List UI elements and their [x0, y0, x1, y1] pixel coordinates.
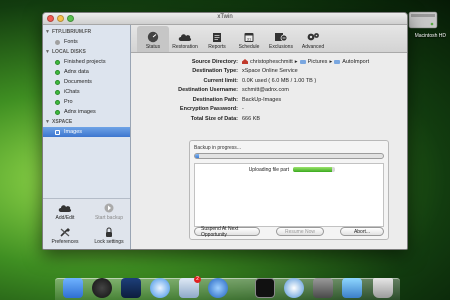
- destination-type-row: Destination Type: xSpace Online Service: [192, 68, 298, 75]
- status-dot-icon: [55, 109, 60, 115]
- calendar-icon: 31: [244, 33, 254, 42]
- title-bar[interactable]: xTwin: [43, 13, 407, 25]
- tab-restoration[interactable]: Restoration: [169, 26, 201, 52]
- sidebar-item-finished-projects[interactable]: Finished projects: [43, 57, 130, 67]
- sidebar-item-adnx-images[interactable]: Adnx images: [43, 107, 130, 117]
- advanced-gears-icon: [307, 33, 319, 41]
- destination-path-row: Destination Path: BackUp-Images: [192, 96, 282, 103]
- tools-icon: [60, 228, 70, 237]
- disclosure-triangle-icon[interactable]: ▼: [45, 49, 52, 55]
- cloud-add-icon: [58, 205, 72, 212]
- disclosure-triangle-icon[interactable]: ▼: [45, 29, 52, 35]
- start-backup-button[interactable]: Start backup: [87, 203, 131, 221]
- group-header-ftp[interactable]: ▼ FTP.LIBRIUM.FR: [43, 27, 130, 37]
- exclusions-icon: [275, 33, 288, 42]
- dock: 2: [55, 276, 400, 300]
- gauge-icon: [147, 31, 159, 43]
- group-header-local-disks[interactable]: ▼ LOCAL DISKS: [43, 47, 130, 57]
- mail-badge: 2: [194, 276, 201, 283]
- backup-info: Source Directory: christopheschmitt ▸ Pi…: [131, 53, 407, 124]
- overall-progress-fill: [195, 154, 199, 158]
- folder-icon: [334, 59, 341, 64]
- start-backup-arrow-icon: [104, 203, 114, 213]
- window-title: xTwin: [217, 14, 233, 20]
- source-directory-row: Source Directory: christopheschmitt ▸ Pi…: [191, 58, 370, 65]
- reports-icon: [213, 33, 221, 42]
- total-size-row: Total Size of Data: 666 KB: [190, 115, 261, 122]
- safari-icon[interactable]: [150, 278, 170, 298]
- upload-list: Uploading file part: [194, 163, 384, 227]
- preferences-button[interactable]: Preferences: [43, 227, 87, 245]
- status-dot-icon: [55, 59, 60, 65]
- sidebar-item-documents[interactable]: Documents: [43, 77, 130, 87]
- sidebar-item-adnx-data[interactable]: Adnx data: [43, 67, 130, 77]
- finder-icon[interactable]: [63, 278, 83, 298]
- mail-icon[interactable]: 2: [179, 276, 201, 298]
- disclosure-triangle-icon[interactable]: ▼: [45, 119, 52, 125]
- utilities-icon[interactable]: [313, 278, 333, 298]
- tab-schedule[interactable]: 31 Schedule: [233, 26, 265, 52]
- status-dot-icon: [55, 79, 60, 85]
- group-header-xspace[interactable]: ▼ XSPACE: [43, 117, 130, 127]
- progress-buttons: Suspend At Next Opportunity Resume Now A…: [194, 226, 384, 238]
- upload-row: Uploading file part: [195, 166, 383, 173]
- lock-settings-button[interactable]: Lock settings: [87, 227, 131, 245]
- xtwin-window: xTwin ▼ FTP.LIBRIUM.FR Fonts ▼ LOCAL DIS…: [42, 12, 408, 250]
- tab-exclusions[interactable]: Exclusions: [265, 26, 297, 52]
- sidebar-item-ichats[interactable]: iChats: [43, 87, 130, 97]
- status-dot-icon: [55, 39, 60, 45]
- status-dot-icon: [55, 99, 60, 105]
- resume-button[interactable]: Resume Now: [276, 227, 324, 236]
- progress-status: Backup in progress...: [194, 145, 241, 151]
- encryption-password-row: Encryption Password: -: [179, 106, 244, 113]
- current-limit-row: Current limit: 0.0K used ( 6.0 MB / 1.00…: [203, 77, 317, 84]
- path-separator-icon: ▸: [329, 58, 333, 65]
- lock-icon: [106, 227, 112, 237]
- home-icon: [242, 59, 248, 65]
- folder-icon: [299, 59, 306, 64]
- network-icon[interactable]: [284, 278, 304, 298]
- source-tree: ▼ FTP.LIBRIUM.FR Fonts ▼ LOCAL DISKS Fin…: [43, 25, 130, 137]
- sidebar-actions: Add/Edit Start backup Preferences Lock s…: [43, 198, 130, 248]
- svg-text:31: 31: [247, 36, 252, 41]
- sidebar-item-images[interactable]: Images: [43, 127, 130, 137]
- hard-drive-icon[interactable]: [408, 8, 438, 32]
- destination-username-row: Destination Username: schmitt@adnx.com: [178, 87, 289, 94]
- toolbar: Status Restoration Reports 31 Schedule E…: [131, 25, 407, 53]
- sidebar-item-fonts[interactable]: Fonts: [43, 37, 130, 47]
- overall-progress-bar: [194, 153, 384, 159]
- upload-progress-bar: [293, 167, 335, 172]
- upload-progress-fill: [293, 167, 332, 172]
- status-dot-icon: [55, 89, 60, 95]
- downloads-icon[interactable]: [342, 278, 362, 298]
- status-dot-icon: [55, 69, 60, 75]
- sidebar: ▼ FTP.LIBRIUM.FR Fonts ▼ LOCAL DISKS Fin…: [43, 25, 131, 249]
- tab-status[interactable]: Status: [137, 26, 169, 52]
- abort-button[interactable]: Abort...: [340, 227, 384, 236]
- tab-reports[interactable]: Reports: [201, 26, 233, 52]
- expose-icon[interactable]: [121, 278, 141, 298]
- path-separator-icon: ▸: [294, 58, 298, 65]
- trash-icon[interactable]: [373, 278, 393, 298]
- cloud-restore-icon: [178, 34, 192, 41]
- source-path[interactable]: christopheschmitt ▸ Pictures ▸ AutoImpor…: [242, 59, 369, 65]
- progress-panel: Backup in progress... Uploading file par…: [189, 140, 389, 240]
- itunes-icon[interactable]: [208, 278, 228, 298]
- sidebar-item-pro[interactable]: Pro: [43, 97, 130, 107]
- terminal-icon[interactable]: [255, 278, 275, 298]
- tab-advanced[interactable]: Advanced: [297, 26, 329, 52]
- cloud-folder-icon: [55, 129, 60, 135]
- add-edit-button[interactable]: Add/Edit: [43, 203, 87, 221]
- suspend-button[interactable]: Suspend At Next Opportunity: [194, 226, 260, 238]
- hard-drive-label: Macintosh HD: [414, 33, 446, 39]
- dashboard-icon[interactable]: [92, 278, 112, 298]
